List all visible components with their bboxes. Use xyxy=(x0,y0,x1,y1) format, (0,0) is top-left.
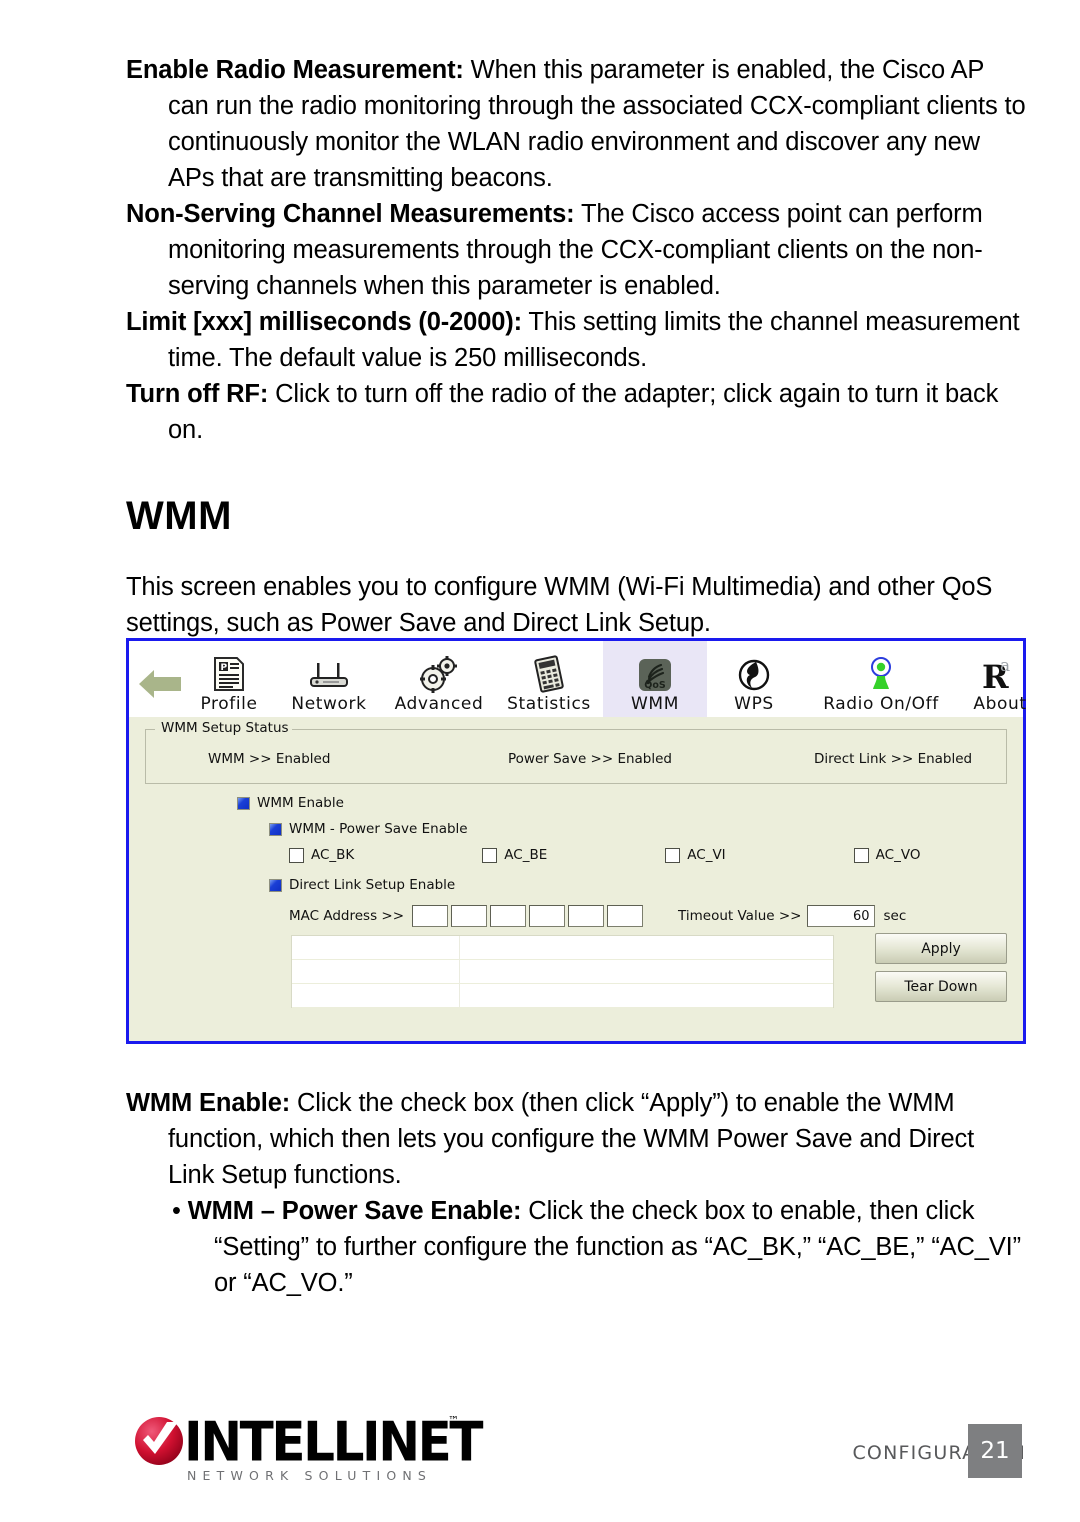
checkbox-row-direct-link-setup-enable[interactable]: Direct Link Setup Enable xyxy=(269,877,455,893)
document-body-lower: WMM Enable: Click the check box (then cl… xyxy=(126,1085,1026,1301)
router-icon xyxy=(305,653,353,693)
checkbox-label-wmm-enable: WMM Enable xyxy=(257,795,344,811)
tab-advanced[interactable]: Advanced xyxy=(383,641,495,717)
paragraph-non-serving-channel-measurements: Non-Serving Channel Measurements: The Ci… xyxy=(126,196,1026,304)
access-category-checkbox-row: AC_BK AC_BE AC_VI AC_VO xyxy=(289,847,920,863)
checkbox-label-ac-bk: AC_BK xyxy=(311,847,355,863)
checkbox-wmm-enable[interactable] xyxy=(237,796,250,810)
mac-octet-input-3[interactable] xyxy=(490,905,527,927)
button-column: Apply Tear Down xyxy=(875,717,1007,1041)
term-enable-radio-measurement: Enable Radio Measurement: xyxy=(126,56,464,84)
checkbox-label-power-save-enable: WMM - Power Save Enable xyxy=(289,821,468,837)
qos-icon: QoS xyxy=(637,653,673,693)
radio-antenna-icon xyxy=(864,653,898,693)
tab-label-profile: Profile xyxy=(200,694,258,714)
calculator-icon xyxy=(530,653,568,693)
checkbox-row-ac-bk[interactable]: AC_BK xyxy=(289,847,354,863)
profile-document-icon: P xyxy=(212,653,246,693)
tear-down-button[interactable]: Tear Down xyxy=(875,971,1007,1002)
registered-r-icon: R a xyxy=(980,653,1020,693)
checkbox-ac-bk[interactable] xyxy=(289,847,304,863)
mac-octet-input-1[interactable] xyxy=(412,905,449,927)
checkbox-direct-link-setup-enable[interactable] xyxy=(269,878,282,892)
checkbox-row-ac-vi[interactable]: AC_VI xyxy=(665,847,726,863)
gears-icon xyxy=(417,653,461,693)
tab-label-network: Network xyxy=(291,694,367,714)
tab-label-wps: WPS xyxy=(734,694,774,714)
bullet-wmm-power-save-enable: • WMM – Power Save Enable: Click the che… xyxy=(126,1193,1026,1301)
paragraph-wmm-enable: WMM Enable: Click the check box (then cl… xyxy=(126,1085,1026,1193)
intellinet-logo: INTELLINET ™ NETWORK SOLUTIONS xyxy=(134,1408,484,1486)
wps-icon xyxy=(736,653,772,693)
intro-paragraph: This screen enables you to configure WMM… xyxy=(126,573,993,637)
term-wmm-power-save-enable: WMM – Power Save Enable: xyxy=(187,1197,522,1225)
logo-tagline: NETWORK SOLUTIONS xyxy=(187,1468,433,1483)
checkbox-power-save-enable[interactable] xyxy=(269,822,282,836)
status-power-save: Power Save >> Enabled xyxy=(508,751,673,767)
tab-statistics[interactable]: Statistics xyxy=(495,641,603,717)
svg-text:P: P xyxy=(221,663,228,673)
list-item[interactable] xyxy=(292,984,833,1008)
svg-text:QoS: QoS xyxy=(644,680,666,691)
mac-octet-input-5[interactable] xyxy=(568,905,605,927)
page-number-badge: 21 xyxy=(968,1424,1022,1478)
direct-link-list[interactable] xyxy=(291,935,834,1008)
term-wmm-enable: WMM Enable: xyxy=(126,1089,291,1117)
timeout-value-label: Timeout Value >> xyxy=(678,908,802,924)
direct-link-mac-row: MAC Address >> Timeout Value >> 60 sec xyxy=(289,905,906,927)
tab-label-advanced: Advanced xyxy=(394,694,484,714)
checkbox-ac-be[interactable] xyxy=(482,847,498,863)
checkbox-ac-vi[interactable] xyxy=(665,847,681,863)
logo-wordmark: INTELLINET xyxy=(184,1410,484,1474)
term-non-serving-channel-measurements: Non-Serving Channel Measurements: xyxy=(126,200,575,228)
list-column-divider xyxy=(459,936,460,1007)
checkbox-row-ac-be[interactable]: AC_BE xyxy=(482,847,547,863)
checkbox-row-wmm-enable[interactable]: WMM Enable xyxy=(237,795,344,811)
logo-checkmark-icon xyxy=(135,1417,183,1465)
checkbox-ac-vo[interactable] xyxy=(853,847,869,863)
paragraph-turn-off-rf: Turn off RF: Click to turn off the radio… xyxy=(126,376,1026,448)
tab-label-wmm: WMM xyxy=(631,694,679,714)
tab-strip: P Profile Network Advanced Statistics Qo… xyxy=(183,641,1039,717)
status-wmm: WMM >> Enabled xyxy=(208,751,331,767)
tab-wps[interactable]: WPS xyxy=(707,641,801,717)
app-toolbar: P Profile Network Advanced Statistics Qo… xyxy=(129,641,1026,717)
tab-wmm[interactable]: QoS WMM xyxy=(603,641,707,717)
checkbox-row-power-save-enable[interactable]: WMM - Power Save Enable xyxy=(269,821,468,837)
apply-button[interactable]: Apply xyxy=(875,933,1007,964)
mac-address-label: MAC Address >> xyxy=(289,908,405,924)
wmm-panel-body: WMM Setup Status WMM >> Enabled Power Sa… xyxy=(129,717,1023,1041)
logo-trademark: ™ xyxy=(448,1414,459,1427)
term-turn-off-rf: Turn off RF: xyxy=(126,380,269,408)
tab-profile[interactable]: P Profile xyxy=(183,641,275,717)
checkbox-label-ac-vi: AC_VI xyxy=(687,847,726,863)
text-turn-off-rf: Click to turn off the radio of the adapt… xyxy=(168,380,999,444)
svg-text:a: a xyxy=(1000,656,1010,676)
tab-about[interactable]: R a About xyxy=(961,641,1039,717)
paragraph-enable-radio-measurement: Enable Radio Measurement: When this para… xyxy=(126,52,1026,196)
term-limit-milliseconds: Limit [xxx] milliseconds (0-2000): xyxy=(126,308,522,336)
tab-label-statistics: Statistics xyxy=(507,694,591,714)
document-body: Enable Radio Measurement: When this para… xyxy=(126,52,1026,641)
list-item[interactable] xyxy=(292,960,833,984)
tab-label-radio-on-off: Radio On/Off xyxy=(823,694,939,714)
tab-radio-on-off[interactable]: Radio On/Off xyxy=(801,641,961,717)
paragraph-limit-milliseconds: Limit [xxx] milliseconds (0-2000): This … xyxy=(126,304,1026,376)
list-item[interactable] xyxy=(292,936,833,960)
section-heading-wmm: WMM xyxy=(126,494,232,538)
checkbox-label-ac-be: AC_BE xyxy=(504,847,548,863)
mac-octet-input-6[interactable] xyxy=(607,905,644,927)
back-arrow-icon[interactable] xyxy=(137,667,183,701)
wmm-configuration-screenshot: P Profile Network Advanced Statistics Qo… xyxy=(126,638,1026,1044)
group-title-wmm-setup-status: WMM Setup Status xyxy=(158,720,292,736)
checkbox-label-direct-link-setup-enable: Direct Link Setup Enable xyxy=(289,877,456,893)
bullet-marker: • xyxy=(172,1197,188,1225)
timeout-value-input[interactable]: 60 xyxy=(807,905,876,927)
tab-label-about: About xyxy=(973,694,1027,714)
mac-octet-input-4[interactable] xyxy=(529,905,566,927)
mac-octet-input-2[interactable] xyxy=(451,905,488,927)
tab-network[interactable]: Network xyxy=(275,641,383,717)
